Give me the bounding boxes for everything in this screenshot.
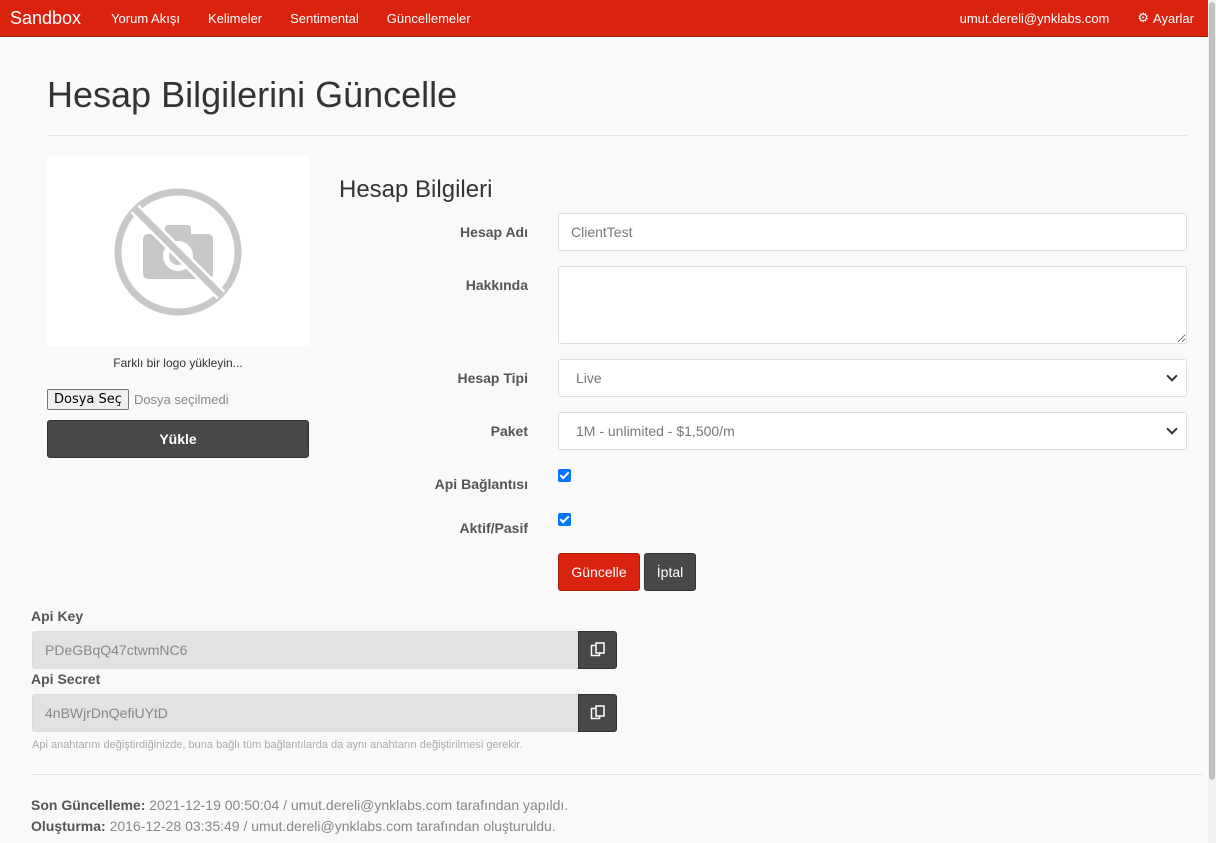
nav-user-email[interactable]: umut.dereli@ynklabs.com — [960, 11, 1110, 26]
api-key-label: Api Key — [31, 608, 84, 624]
api-connection-label: Api Bağlantısı — [434, 476, 528, 492]
account-name-input[interactable] — [558, 213, 1187, 251]
api-connection-checkbox[interactable] — [558, 469, 571, 482]
update-button[interactable]: Güncelle — [558, 553, 640, 591]
last-updated-line: Son Güncelleme: 2021-12-19 00:50:04 / um… — [31, 797, 568, 813]
created-line: Oluşturma: 2016-12-28 03:35:49 / umut.de… — [31, 818, 556, 834]
nav-settings-link[interactable]: ⚙ Ayarlar — [1137, 10, 1194, 26]
last-updated-label: Son Güncelleme: — [31, 797, 146, 813]
file-status: Dosya seçilmedi — [133, 392, 229, 407]
last-updated-text: 2021-12-19 00:50:04 / umut.dereli@ynklab… — [149, 797, 569, 813]
choose-file-button[interactable]: Dosya Seç — [47, 389, 129, 410]
nav-link-sentimental[interactable]: Sentimental — [290, 11, 359, 26]
account-type-label: Hesap Tipi — [457, 370, 528, 386]
nav-link-yorum-akisi[interactable]: Yorum Akışı — [111, 11, 180, 26]
copy-icon — [590, 705, 605, 720]
package-label: Paket — [490, 423, 528, 439]
created-text: 2016-12-28 03:35:49 / umut.dereli@ynklab… — [109, 818, 556, 834]
logo-upload-hint: Farklı bir logo yükleyin... — [113, 356, 243, 370]
file-picker: Dosya Seç Dosya seçilmedi — [47, 389, 229, 410]
created-label: Oluşturma: — [31, 818, 106, 834]
copy-icon — [590, 642, 605, 657]
footer-divider — [32, 774, 1202, 775]
title-divider — [47, 135, 1187, 136]
scrollbar-thumb[interactable] — [1209, 2, 1215, 780]
upload-button[interactable]: Yükle — [47, 420, 309, 458]
cancel-button[interactable]: İptal — [644, 553, 696, 591]
page-scrollbar[interactable] — [1208, 0, 1216, 843]
package-value: 1M - unlimited - $1,500/m — [576, 423, 735, 439]
copy-api-key-button[interactable] — [578, 631, 617, 669]
copy-api-secret-button[interactable] — [578, 694, 617, 732]
logo-preview — [47, 157, 309, 346]
top-navbar: Sandbox Yorum Akışı Kelimeler Sentimenta… — [0, 0, 1208, 37]
account-type-select[interactable]: Live — [558, 359, 1187, 397]
api-key-input[interactable]: PDeGBqQ47ctwmNC6 — [32, 631, 579, 669]
active-checkbox[interactable] — [558, 513, 571, 526]
package-select[interactable]: 1M - unlimited - $1,500/m — [558, 412, 1187, 450]
nav-settings-label: Ayarlar — [1153, 10, 1194, 26]
api-secret-input[interactable]: 4nBWjrDnQefiUYtD — [32, 694, 579, 732]
api-secret-label: Api Secret — [31, 671, 101, 687]
api-help-text: Api anahtarını değiştirdiğinizde, buna b… — [32, 739, 523, 751]
no-photo-icon — [114, 188, 242, 315]
active-label: Aktif/Pasif — [459, 520, 528, 536]
account-type-value: Live — [576, 370, 602, 386]
page-title: Hesap Bilgilerini Güncelle — [47, 74, 458, 115]
nav-link-kelimeler[interactable]: Kelimeler — [208, 11, 262, 26]
chevron-down-icon — [1166, 423, 1178, 435]
about-textarea[interactable] — [558, 266, 1187, 344]
account-info-title: Hesap Bilgileri — [339, 176, 493, 203]
brand-logo[interactable]: Sandbox — [10, 8, 81, 29]
account-name-label: Hesap Adı — [460, 224, 528, 240]
gear-icon: ⚙ — [1137, 10, 1150, 25]
chevron-down-icon — [1166, 370, 1178, 382]
nav-link-guncellemeler[interactable]: Güncellemeler — [387, 11, 471, 26]
about-label: Hakkında — [465, 277, 528, 293]
